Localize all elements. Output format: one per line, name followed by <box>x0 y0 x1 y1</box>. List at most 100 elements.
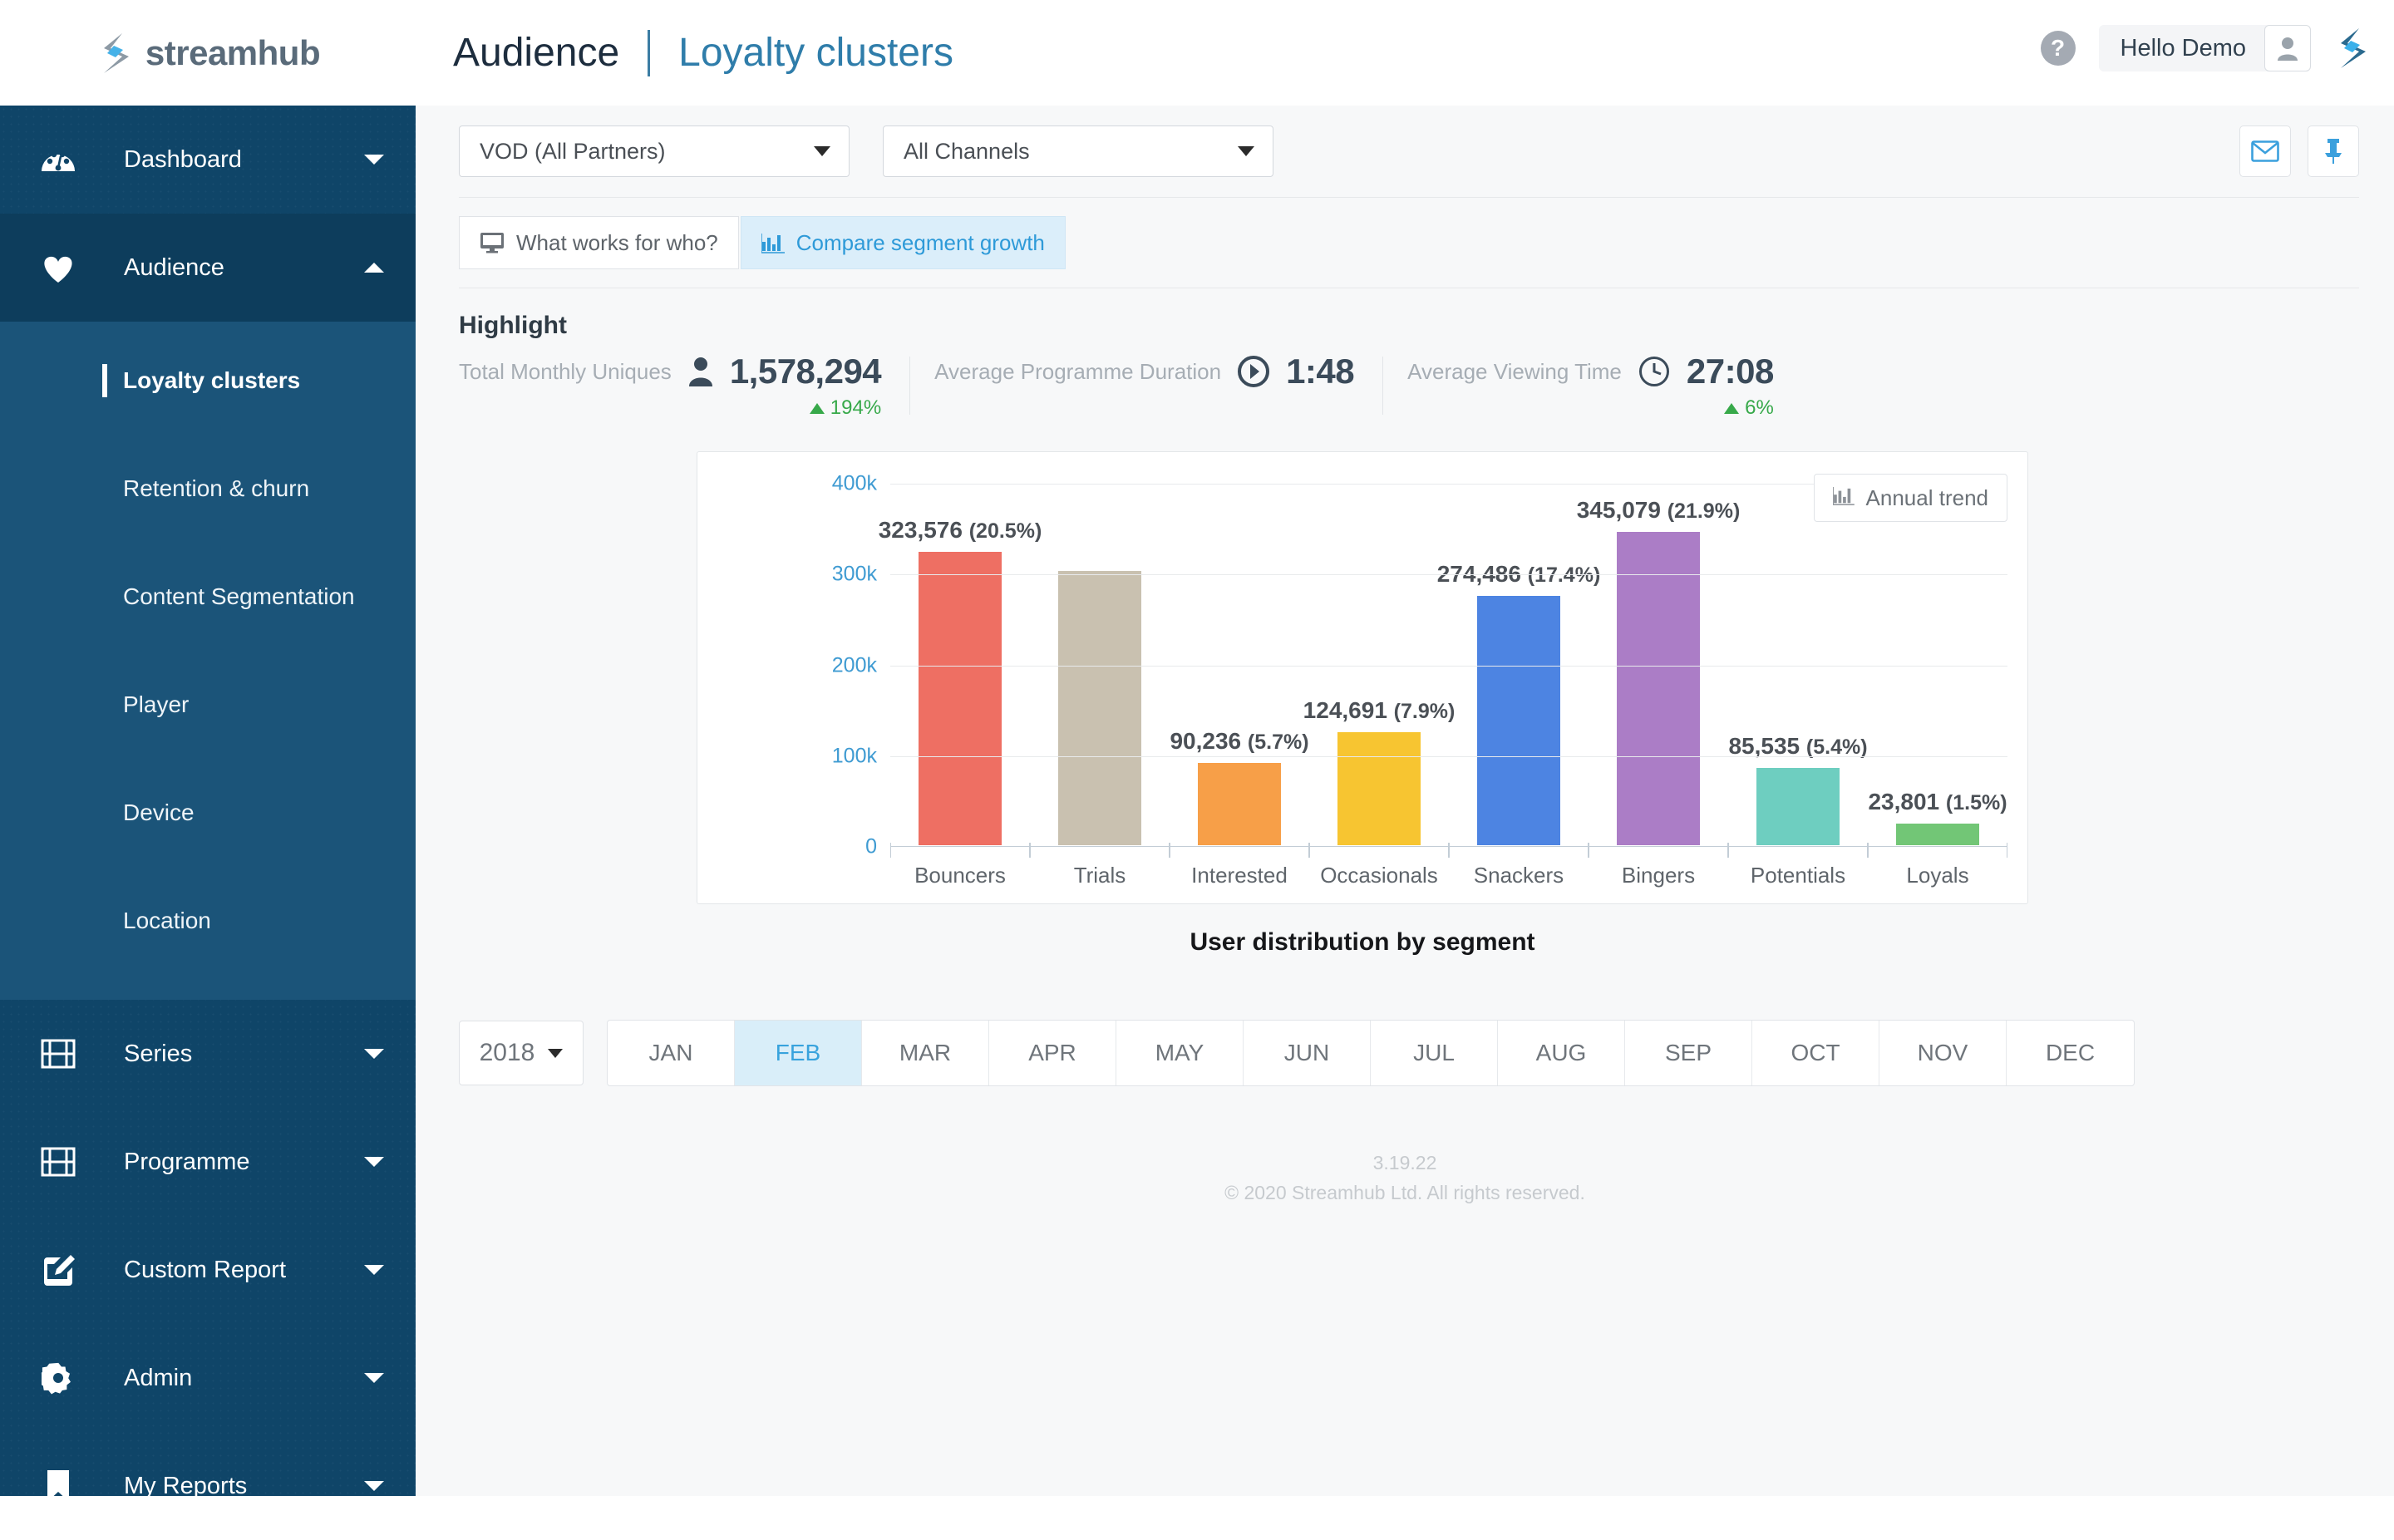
pin-icon <box>2325 139 2342 164</box>
metric-delta-value: 194% <box>830 396 882 419</box>
bar-value-label: 23,801 (1.5%) <box>1868 789 2007 814</box>
bookmark-icon <box>32 1469 85 1503</box>
bar[interactable] <box>1756 767 1840 845</box>
month-tab-aug[interactable]: AUG <box>1498 1021 1625 1085</box>
bar-slot[interactable]: 274,486 (17.4%) <box>1437 484 1600 845</box>
bar-chart-icon <box>1831 485 1855 511</box>
copyright-label: © 2020 Streamhub Ltd. All rights reserve… <box>1224 1181 1585 1203</box>
channel-select-value: All Channels <box>904 138 1030 164</box>
sidebar-item-content-segmentation[interactable]: Content Segmentation <box>0 543 416 651</box>
bar-slot[interactable]: 85,535 (5.4%) <box>1728 484 1868 845</box>
sidebar-subnav-audience: Loyalty clusters Retention & churn Conte… <box>0 322 416 1000</box>
metric-total-monthly-uniques: Total Monthly Uniques 1,578,294 194% <box>459 352 909 420</box>
bar[interactable] <box>1337 731 1421 845</box>
sidebar-item-dashboard[interactable]: Dashboard <box>0 106 416 214</box>
pin-button[interactable] <box>2308 125 2359 177</box>
tab-label: Compare segment growth <box>796 229 1045 255</box>
x-axis-label: Bingers <box>1589 843 1728 888</box>
tick-mark <box>1728 843 1729 858</box>
bar-chart-icon <box>761 232 785 253</box>
month-tab-apr[interactable]: APR <box>989 1021 1116 1085</box>
month-tab-feb[interactable]: FEB <box>735 1021 862 1085</box>
sidebar-item-series[interactable]: Series <box>0 1000 416 1108</box>
play-icon <box>1238 356 1270 387</box>
tab-what-works-for-who[interactable]: What works for who? <box>459 216 739 269</box>
heart-icon <box>32 252 85 283</box>
metric-delta-value: 6% <box>1745 396 1774 419</box>
bar-slot[interactable]: 345,079 (21.9%) <box>1577 484 1740 845</box>
month-tab-nov[interactable]: NOV <box>1879 1021 2007 1085</box>
chevron-down-icon <box>364 1265 384 1275</box>
help-icon[interactable]: ? <box>2040 31 2076 66</box>
sidebar-subitem-label: Content Segmentation <box>123 583 355 609</box>
page-title-main: Audience <box>453 31 620 75</box>
sidebar-item-programme[interactable]: Programme <box>0 1108 416 1216</box>
channel-select[interactable]: All Channels <box>883 125 1273 177</box>
sidebar-subitem-label: Loyalty clusters <box>123 367 301 393</box>
sidebar-item-retention-churn[interactable]: Retention & churn <box>0 435 416 543</box>
gridline <box>890 574 2007 576</box>
user-icon <box>2278 37 2298 61</box>
bar[interactable] <box>1896 824 1979 845</box>
film-strip-icon <box>32 1147 85 1177</box>
streamhub-s-icon[interactable] <box>2334 27 2369 69</box>
bar[interactable] <box>1477 596 1560 845</box>
sidebar-item-label: Series <box>124 1040 193 1067</box>
user-menu[interactable]: Hello Demo <box>2098 25 2311 71</box>
y-axis-tick-label: 0 <box>865 834 877 859</box>
bar-value-label: 85,535 (5.4%) <box>1728 732 1868 759</box>
bar-slot[interactable]: 124,691 (7.9%) <box>1303 484 1455 845</box>
top-header: streamhub ™ Audience Loyalty clusters ? … <box>0 0 2394 106</box>
year-value: 2018 <box>479 1039 535 1066</box>
chart-caption: User distribution by segment <box>1190 928 1535 956</box>
month-tab-jun[interactable]: JUN <box>1244 1021 1371 1085</box>
avatar[interactable] <box>2264 25 2311 71</box>
main-content: VOD (All Partners) All Channels What wor… <box>416 106 2394 1496</box>
sidebar-item-location[interactable]: Location <box>0 867 416 975</box>
sidebar-item-admin[interactable]: Admin <box>0 1324 416 1432</box>
partner-select[interactable]: VOD (All Partners) <box>459 125 850 177</box>
month-tab-mar[interactable]: MAR <box>862 1021 989 1085</box>
sidebar-item-audience[interactable]: Audience <box>0 214 416 322</box>
tick-mark <box>1030 843 1031 858</box>
metric-value: 1:48 <box>1286 352 1355 391</box>
sidebar-item-device[interactable]: Device <box>0 759 416 867</box>
chevron-down-icon <box>364 155 384 165</box>
sidebar-item-my-reports[interactable]: My Reports <box>0 1432 416 1540</box>
metric-label: Total Monthly Uniques <box>459 358 672 384</box>
month-tab-jul[interactable]: JUL <box>1371 1021 1498 1085</box>
sidebar-item-custom-report[interactable]: Custom Report <box>0 1216 416 1324</box>
x-axis-label: Trials <box>1030 843 1170 888</box>
triangle-up-icon <box>809 402 825 414</box>
bar-slot[interactable] <box>1030 484 1170 845</box>
bar-slot[interactable]: 90,236 (5.7%) <box>1170 484 1309 845</box>
greeting-label: Hello Demo <box>2120 34 2247 62</box>
bar[interactable] <box>1617 532 1700 845</box>
email-button[interactable] <box>2239 125 2291 177</box>
month-tab-dec[interactable]: DEC <box>2007 1021 2134 1085</box>
x-axis-label: Loyals <box>1868 843 2007 888</box>
sidebar-item-loyalty-clusters[interactable]: Loyalty clusters <box>0 327 416 435</box>
annual-trend-button[interactable]: Annual trend <box>1813 474 2007 522</box>
sidebar-item-player[interactable]: Player <box>0 651 416 759</box>
sidebar-subitem-label: Device <box>123 800 195 825</box>
bar-slot[interactable]: 23,801 (1.5%) <box>1868 484 2007 845</box>
chevron-down-icon <box>548 1048 564 1058</box>
clock-icon <box>1638 356 1670 387</box>
bar[interactable] <box>1058 571 1141 845</box>
x-axis-label: Occasionals <box>1309 843 1449 888</box>
sidebar-item-label: Dashboard <box>124 145 242 173</box>
chevron-down-icon <box>364 1157 384 1167</box>
brand-logo[interactable]: streamhub ™ <box>0 32 416 75</box>
year-select[interactable]: 2018 <box>459 1021 584 1085</box>
x-axis-label: Bouncers <box>890 843 1030 888</box>
month-tab-jan[interactable]: JAN <box>608 1021 735 1085</box>
bar[interactable] <box>1198 763 1281 845</box>
version-label: 3.19.22 <box>1372 1152 1437 1173</box>
bar-slot[interactable]: 323,576 (20.5%) <box>879 484 1042 845</box>
tab-compare-segment-growth[interactable]: Compare segment growth <box>740 216 1066 269</box>
bar[interactable] <box>919 551 1002 845</box>
month-tab-oct[interactable]: OCT <box>1752 1021 1879 1085</box>
month-tab-may[interactable]: MAY <box>1116 1021 1244 1085</box>
month-tab-sep[interactable]: SEP <box>1625 1021 1752 1085</box>
